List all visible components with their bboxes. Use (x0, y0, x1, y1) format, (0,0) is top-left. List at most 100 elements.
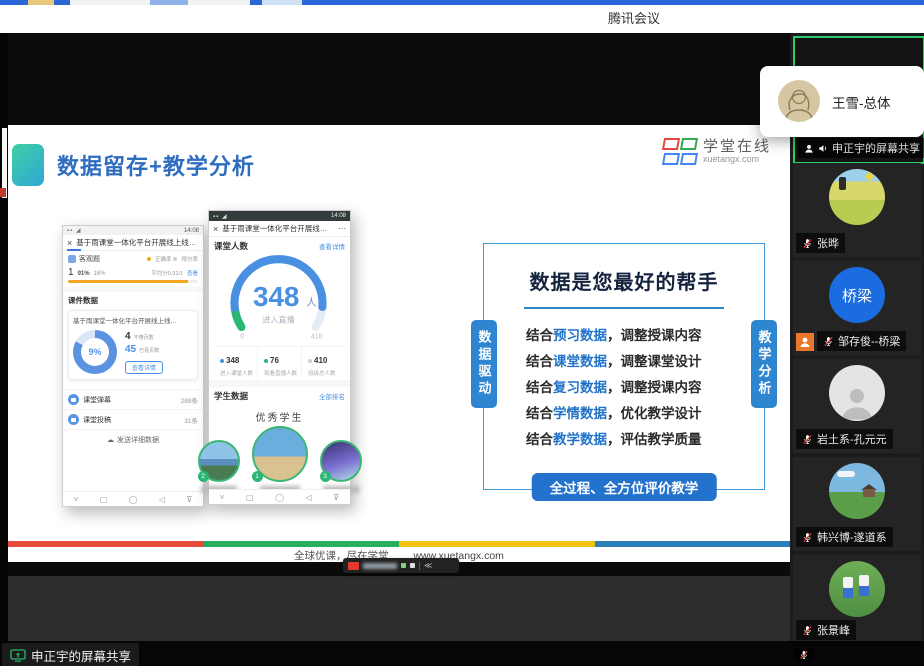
window-fragment (0, 188, 6, 197)
phone-statusbar: ▪▪ ◢ 14:08 (63, 226, 203, 235)
class-count-title: 课堂人数 (214, 240, 248, 252)
xuetangx-logo: 学堂在线 xuetangx.com (663, 138, 771, 165)
progress-underline (67, 249, 81, 251)
nav-back-icon: ◁ (306, 493, 312, 502)
phone-page-title: 基于雨课堂一体化平台开展线上线下… (222, 223, 334, 234)
panel-title: 数据是您最好的帮手 (484, 266, 764, 295)
phone-page-title: 基于雨课堂一体化平台开展线上线下… (76, 237, 199, 248)
analysis-panel: 数据是您最好的帮手 结合预习数据，调整授课内容 结合课堂数据，调整课堂设计 结合… (483, 243, 765, 490)
student-avatar: 2 (198, 440, 240, 482)
cloud-icon: ☁ (107, 436, 114, 444)
speaker-icon (818, 143, 828, 154)
quiz-icon (68, 255, 76, 263)
slide-title: 数据留存+教学分析 (57, 149, 255, 181)
rank-badge: 3 (320, 471, 331, 482)
phone-header: × 基于雨课堂一体化平台开展线上线下… ⋯ (209, 221, 350, 237)
toolbar-cam-icon (401, 563, 406, 568)
nav-circle-icon: ◯ (129, 495, 138, 504)
quiz-legend: 正确率 得分率 (147, 255, 198, 263)
evaluation-banner: 全过程、全方位评价教学 (532, 473, 717, 501)
participant-name: 张景峰 (817, 622, 850, 638)
legend-dot-orange (147, 257, 151, 261)
view-detail-button: 查看详情 (125, 361, 163, 374)
window-titlebar[interactable]: 腾讯会议 (0, 5, 924, 33)
danmu-row: 课堂弹幕 288条 (63, 389, 203, 409)
nav-square-icon: ▢ (100, 495, 108, 504)
danmu-icon (68, 394, 79, 405)
phone-screenshot-left: ▪▪ ◢ 14:08 × 基于雨课堂一体化平台开展线上线下… 客观题 正确率 得… (62, 225, 204, 507)
submission-icon (68, 414, 79, 425)
teaching-analysis-tab: 教学分析 (751, 320, 777, 408)
participant-name: 邹存俊--桥梁 (838, 333, 900, 349)
bottom-bar: 申正宇的屏幕共享 (0, 641, 924, 666)
screen-share-status-chip: 申正宇的屏幕共享 (2, 643, 139, 666)
svg-text:人: 人 (306, 297, 317, 309)
panel-row: 结合复习数据，调整授课内容 (484, 373, 764, 399)
phone-statusbar: ▪▪ ◢ 14:08 (209, 211, 350, 221)
toolbar-text-blurred (363, 563, 397, 569)
nav-back-icon: ◁ (159, 495, 165, 504)
svg-text:进入直播: 进入直播 (262, 314, 294, 324)
rank-badge: 1 (252, 471, 263, 482)
participant-avatar (829, 169, 885, 225)
participant-avatar (829, 561, 885, 617)
courseware-card: 基于雨课堂一体化平台开展线上线… 9% 4 不懂页数 45 已看页数 查看详情 (68, 310, 198, 380)
mic-muted-icon (802, 434, 813, 445)
participant-avatar (829, 365, 885, 421)
collapse-icon: ≪ (424, 562, 432, 570)
meeting-window: 腾讯会议 数据留存+教学分析 学堂在线 xuetangx.com ▪▪ ◢ (0, 0, 924, 666)
status-time: 14:08 (331, 213, 346, 219)
attendance-stats-row: 348 进入课堂人数 76 观看直播人数 410 班级总人数 (214, 346, 345, 380)
share-bottom-band (8, 576, 790, 641)
participant-tile[interactable]: 韩兴博-遂道系 (793, 457, 921, 551)
logo-books-icon (663, 138, 696, 165)
svg-text:410: 410 (311, 334, 323, 341)
panel-row: 结合教学数据，评估教学质量 (484, 425, 764, 451)
toolbar-mic-icon (410, 563, 415, 568)
person-icon (804, 143, 814, 154)
footer-color-strip (8, 541, 790, 547)
participant-tile[interactable]: 张晔 (793, 163, 921, 257)
participant-tile[interactable]: 岩土系-孔元元 (793, 359, 921, 453)
participant-tile[interactable]: 桥梁 邹存俊--桥梁 (793, 261, 921, 355)
popup-avatar (778, 80, 820, 122)
participant-name-popup: 王雪-总体 (760, 66, 924, 137)
quiz-label: 客观题 (79, 254, 144, 264)
host-badge-icon (796, 333, 814, 351)
toolbar-divider (419, 562, 420, 570)
courseware-card-title: 基于雨课堂一体化平台开展线上线… (73, 315, 193, 325)
close-icon: × (213, 224, 218, 234)
mic-muted-icon (799, 650, 809, 660)
phone-screenshot-right: ▪▪ ◢ 14:08 × 基于雨课堂一体化平台开展线上线下… ⋯ 课堂人数 查看… (208, 210, 351, 505)
participant-name: 张晔 (817, 235, 839, 251)
status-time: 14:08 (184, 228, 199, 234)
close-icon: × (67, 238, 72, 248)
send-data-action: ☁ 发送详细数据 (63, 429, 203, 450)
courseware-donut-chart: 9% (73, 330, 117, 374)
participant-tile[interactable]: 张景峰 (793, 555, 921, 644)
participant-name: 申正宇的屏幕共享 (832, 140, 920, 156)
panel-row: 结合学情数据，优化教学设计 (484, 399, 764, 425)
rank-badge: 2 (198, 471, 209, 482)
window-title: 腾讯会议 (608, 5, 660, 33)
participant-name: 韩兴博-遂道系 (817, 529, 887, 545)
student-data-title: 学生数据 (214, 390, 248, 402)
panel-row: 结合预习数据，调整授课内容 (484, 321, 764, 347)
mic-muted-icon (802, 532, 813, 543)
stat-dot-green (264, 359, 268, 363)
legend-dot-gray (173, 257, 177, 261)
mic-muted-icon (802, 238, 813, 249)
popup-name: 王雪-总体 (832, 92, 891, 112)
top-students-subtitle: 优秀学生 (209, 409, 350, 424)
panel-divider (524, 307, 724, 309)
mic-muted-icon (823, 336, 834, 347)
nav-circle-icon: ◯ (275, 493, 284, 502)
nav-square-icon: ▢ (246, 493, 254, 502)
nav-down-icon: ˅ (74, 495, 79, 504)
title-accent-block (12, 144, 44, 186)
book-red-icon (662, 138, 680, 150)
student-avatar: 1 (252, 426, 308, 482)
shared-slide: 数据留存+教学分析 学堂在线 xuetangx.com ▪▪ ◢ 14:08 ×… (8, 125, 790, 562)
courseware-section-title: 课件数据 (63, 292, 203, 307)
participant-avatar (829, 463, 885, 519)
